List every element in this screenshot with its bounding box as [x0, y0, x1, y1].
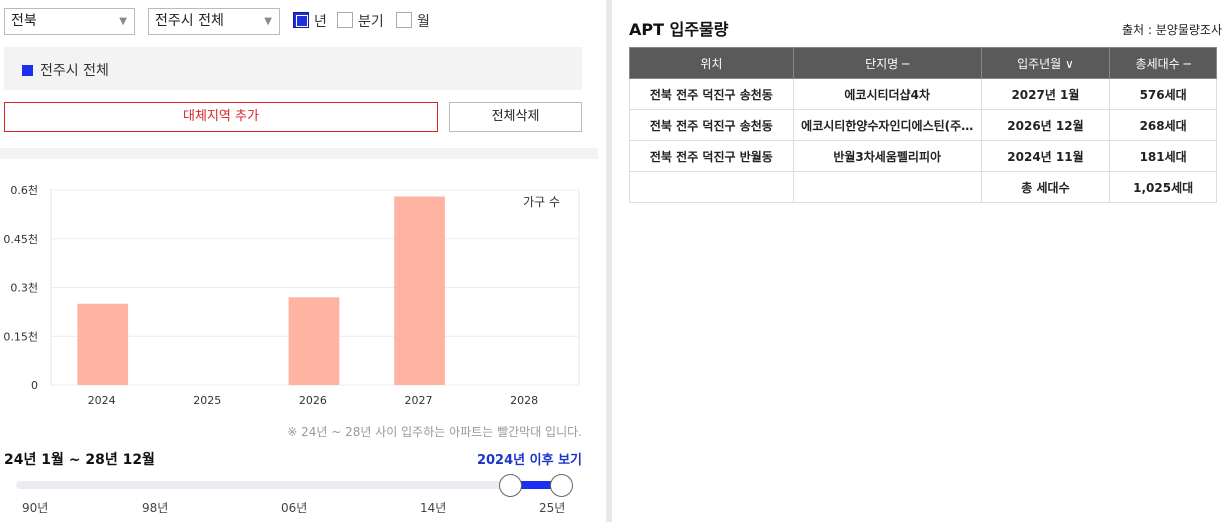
total-households: 1,025세대	[1109, 171, 1217, 203]
checkbox-year-label: 년	[314, 14, 327, 30]
view-after-2024-link[interactable]: 2024년 이후 보기	[477, 449, 582, 468]
supply-bar-chart: 0 0.15천 0.3천 0.45천 0.6천 2024 2025 2026 2027 2028 가…	[3, 183, 580, 407]
section-divider	[0, 148, 598, 159]
table-row[interactable]: 전북 전주 덕진구 반월동 반월3차세움펠리피아 2024년 11월 181세대	[629, 140, 1217, 172]
slider-tick-label: 98년	[142, 501, 169, 515]
right-panel: APT 입주물량 출처 : 분양물량조사 위치 단지명 ─ 입주년월 ∨ 총세대…	[612, 0, 1228, 522]
cell-move-in: 2027년 1월	[980, 78, 1111, 110]
slider-tick-label: 25년	[539, 501, 566, 515]
cell-complex: 반월3차세움펠리피아	[792, 140, 982, 172]
cell-complex: 에코시티더샵4차	[792, 78, 982, 110]
cell-complex	[792, 171, 982, 203]
chart-note: ※ 24년 ~ 28년 사이 입주하는 아파트는 빨간막대 입니다.	[287, 425, 582, 439]
column-header-complex[interactable]: 단지명 ─	[792, 47, 982, 79]
cell-complex: 에코시티한양수자인디에스틴(주…	[792, 109, 982, 141]
range-label: 24년 1월 ~ 28년 12월	[4, 452, 155, 468]
y-tick-label: 0	[31, 379, 38, 392]
table-total-row: 총 세대수 1,025세대	[629, 171, 1217, 203]
selected-region-label[interactable]: 전주시 전체	[40, 60, 109, 80]
year-range-slider[interactable]	[16, 481, 572, 489]
city-select[interactable]: 전주시 전체 ▼	[148, 8, 280, 35]
cell-location: 전북 전주 덕진구 송천동	[629, 78, 794, 110]
range-end-handle[interactable]	[550, 474, 573, 497]
chevron-down-icon: ▼	[264, 16, 272, 27]
city-value: 전주시 전체	[155, 13, 224, 29]
x-tick-label: 2027	[404, 394, 432, 407]
table-row[interactable]: 전북 전주 덕진구 송천동 에코시티더샵4차 2027년 1월 576세대	[629, 78, 1217, 110]
cell-households: 268세대	[1109, 109, 1217, 141]
delete-all-button[interactable]: 전체삭제	[449, 102, 582, 132]
column-header-households[interactable]: 총세대수 ─	[1109, 47, 1217, 79]
cell-move-in: 2024년 11월	[980, 140, 1111, 172]
bar	[77, 303, 129, 385]
y-tick-label: 0.45천	[3, 232, 38, 246]
slider-tick-label: 06년	[281, 501, 308, 515]
region-marker-icon	[22, 65, 33, 76]
cell-move-in: 2026년 12월	[980, 109, 1111, 141]
add-region-button[interactable]: 대체지역 추가	[4, 102, 438, 132]
bar	[288, 297, 340, 385]
cell-households: 576세대	[1109, 78, 1217, 110]
supply-table: 위치 단지명 ─ 입주년월 ∨ 총세대수 ─ 전북 전주 덕진구 송천동 에코시…	[629, 47, 1217, 203]
checkbox-quarter[interactable]	[337, 12, 353, 28]
bar	[394, 196, 445, 385]
y-tick-label: 0.6천	[10, 183, 38, 197]
x-tick-label: 2025	[193, 394, 221, 407]
checkbox-month-label: 월	[417, 14, 430, 30]
cell-households: 181세대	[1109, 140, 1217, 172]
y-tick-label: 0.15천	[3, 329, 38, 343]
y-tick-label: 0.3천	[10, 281, 38, 295]
checkbox-month[interactable]	[396, 12, 412, 28]
source-label: 출처 : 분양물량조사	[1122, 23, 1222, 37]
cell-location: 전북 전주 덕진구 반월동	[629, 140, 794, 172]
left-panel: 전북 ▼ 전주시 전체 ▼ 년 분기 월 전주시 전체 대체지역 추가 전체삭제…	[0, 0, 598, 522]
x-tick-label: 2028	[510, 394, 538, 407]
table-header-row: 위치 단지명 ─ 입주년월 ∨ 총세대수 ─	[629, 47, 1217, 79]
slider-tick-label: 90년	[22, 501, 49, 515]
legend-label: 가구 수	[523, 195, 560, 209]
column-header-location[interactable]: 위치	[629, 47, 794, 79]
column-header-move-in[interactable]: 입주년월 ∨	[980, 47, 1111, 79]
chevron-down-icon: ▼	[119, 16, 127, 27]
total-label: 총 세대수	[980, 171, 1111, 203]
cell-location	[629, 171, 794, 203]
checkbox-year[interactable]	[293, 12, 309, 28]
x-tick-label: 2026	[299, 394, 327, 407]
province-select[interactable]: 전북 ▼	[4, 8, 135, 35]
table-row[interactable]: 전북 전주 덕진구 송천동 에코시티한양수자인디에스틴(주… 2026년 12월…	[629, 109, 1217, 141]
province-value: 전북	[11, 13, 37, 29]
checkbox-quarter-label: 분기	[358, 14, 384, 30]
cell-location: 전북 전주 덕진구 송천동	[629, 109, 794, 141]
x-tick-label: 2024	[88, 394, 116, 407]
range-start-handle[interactable]	[499, 474, 522, 497]
panel-title: APT 입주물량	[629, 20, 729, 39]
slider-tick-label: 14년	[420, 501, 447, 515]
selected-region-box: 전주시 전체	[4, 47, 582, 90]
